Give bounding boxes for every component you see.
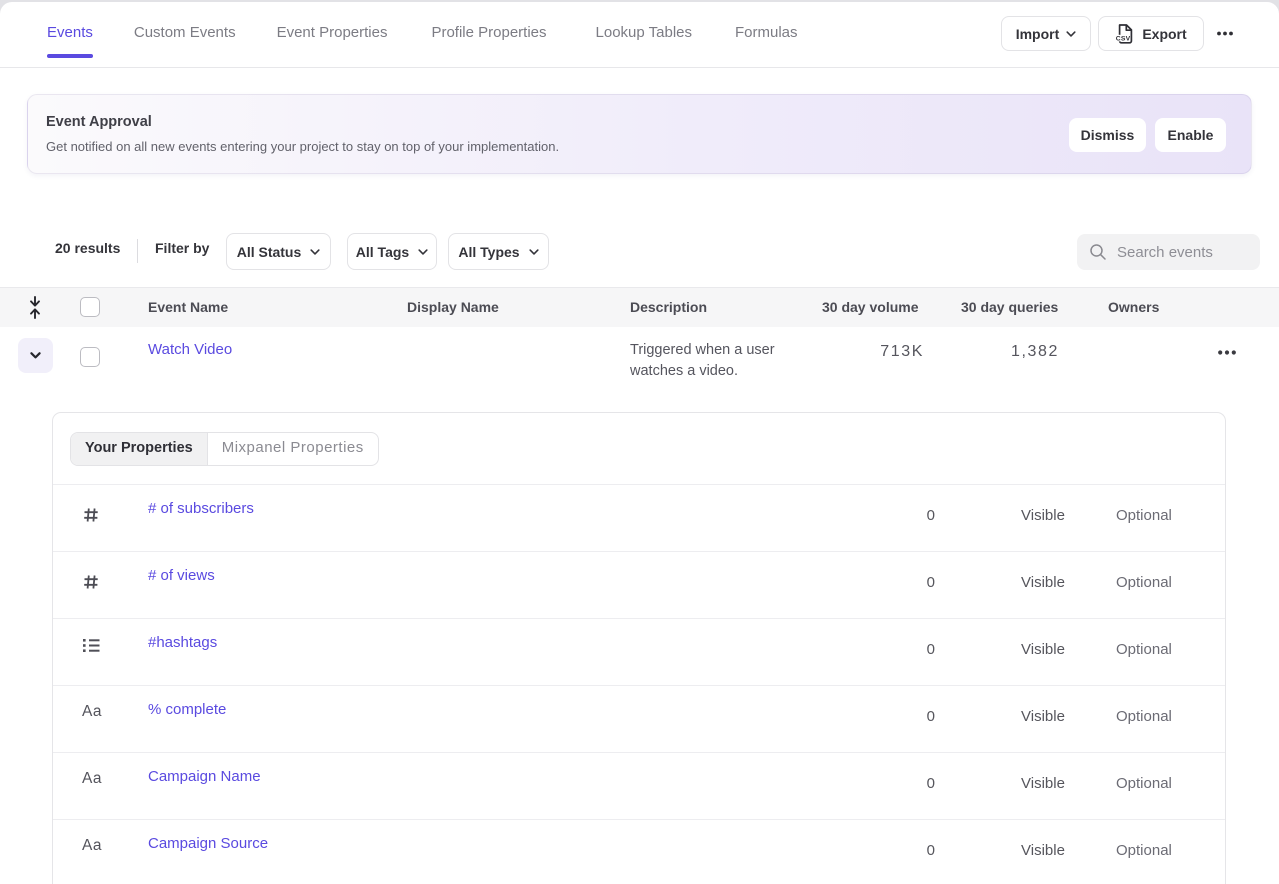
svg-text:CSV: CSV — [1116, 35, 1131, 42]
